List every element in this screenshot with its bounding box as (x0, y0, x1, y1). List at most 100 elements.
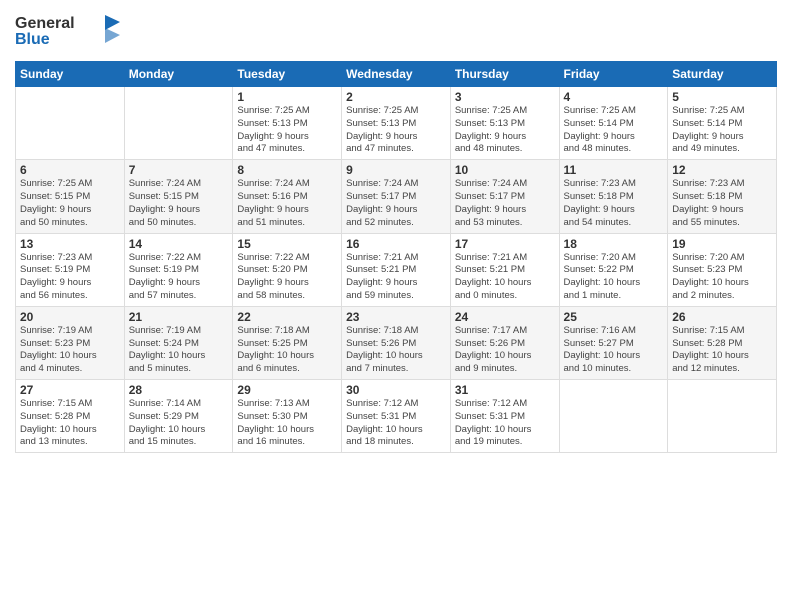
calendar-cell (559, 380, 668, 453)
day-info: Sunrise: 7:23 AMSunset: 5:18 PMDaylight:… (564, 178, 664, 229)
calendar-cell: 16Sunrise: 7:21 AMSunset: 5:21 PMDayligh… (342, 233, 451, 306)
calendar-cell (124, 87, 233, 160)
calendar-cell: 8Sunrise: 7:24 AMSunset: 5:16 PMDaylight… (233, 160, 342, 233)
calendar-cell (16, 87, 125, 160)
calendar-week-row: 13Sunrise: 7:23 AMSunset: 5:19 PMDayligh… (16, 233, 777, 306)
day-number: 9 (346, 163, 446, 177)
calendar-week-row: 1Sunrise: 7:25 AMSunset: 5:13 PMDaylight… (16, 87, 777, 160)
day-number: 28 (129, 383, 229, 397)
calendar-page: General Blue SundayMondayTuesdayWednesda… (0, 0, 792, 612)
calendar-cell: 1Sunrise: 7:25 AMSunset: 5:13 PMDaylight… (233, 87, 342, 160)
weekday-header: Sunday (16, 62, 125, 87)
day-number: 12 (672, 163, 772, 177)
day-number: 18 (564, 237, 664, 251)
calendar-cell: 10Sunrise: 7:24 AMSunset: 5:17 PMDayligh… (450, 160, 559, 233)
calendar-cell: 2Sunrise: 7:25 AMSunset: 5:13 PMDaylight… (342, 87, 451, 160)
header: General Blue (15, 10, 777, 55)
svg-text:Blue: Blue (15, 31, 50, 48)
day-info: Sunrise: 7:19 AMSunset: 5:23 PMDaylight:… (20, 325, 120, 376)
day-info: Sunrise: 7:15 AMSunset: 5:28 PMDaylight:… (20, 398, 120, 449)
day-number: 25 (564, 310, 664, 324)
calendar-cell: 25Sunrise: 7:16 AMSunset: 5:27 PMDayligh… (559, 306, 668, 379)
day-number: 5 (672, 90, 772, 104)
calendar-cell: 7Sunrise: 7:24 AMSunset: 5:15 PMDaylight… (124, 160, 233, 233)
day-info: Sunrise: 7:25 AMSunset: 5:13 PMDaylight:… (237, 105, 337, 156)
day-info: Sunrise: 7:21 AMSunset: 5:21 PMDaylight:… (346, 252, 446, 303)
day-number: 3 (455, 90, 555, 104)
calendar-week-row: 27Sunrise: 7:15 AMSunset: 5:28 PMDayligh… (16, 380, 777, 453)
day-number: 15 (237, 237, 337, 251)
day-number: 6 (20, 163, 120, 177)
calendar-cell: 4Sunrise: 7:25 AMSunset: 5:14 PMDaylight… (559, 87, 668, 160)
day-info: Sunrise: 7:25 AMSunset: 5:14 PMDaylight:… (672, 105, 772, 156)
calendar-cell: 19Sunrise: 7:20 AMSunset: 5:23 PMDayligh… (668, 233, 777, 306)
day-number: 8 (237, 163, 337, 177)
calendar-cell: 15Sunrise: 7:22 AMSunset: 5:20 PMDayligh… (233, 233, 342, 306)
day-number: 2 (346, 90, 446, 104)
calendar-cell: 27Sunrise: 7:15 AMSunset: 5:28 PMDayligh… (16, 380, 125, 453)
svg-text:General: General (15, 15, 75, 32)
calendar-week-row: 6Sunrise: 7:25 AMSunset: 5:15 PMDaylight… (16, 160, 777, 233)
weekday-header: Monday (124, 62, 233, 87)
day-number: 26 (672, 310, 772, 324)
day-number: 31 (455, 383, 555, 397)
day-number: 19 (672, 237, 772, 251)
calendar-cell (668, 380, 777, 453)
day-info: Sunrise: 7:15 AMSunset: 5:28 PMDaylight:… (672, 325, 772, 376)
logo: General Blue (15, 10, 125, 55)
day-number: 21 (129, 310, 229, 324)
calendar-cell: 29Sunrise: 7:13 AMSunset: 5:30 PMDayligh… (233, 380, 342, 453)
day-number: 14 (129, 237, 229, 251)
calendar-cell: 23Sunrise: 7:18 AMSunset: 5:26 PMDayligh… (342, 306, 451, 379)
day-info: Sunrise: 7:12 AMSunset: 5:31 PMDaylight:… (455, 398, 555, 449)
day-info: Sunrise: 7:22 AMSunset: 5:20 PMDaylight:… (237, 252, 337, 303)
day-info: Sunrise: 7:24 AMSunset: 5:17 PMDaylight:… (346, 178, 446, 229)
day-number: 30 (346, 383, 446, 397)
day-info: Sunrise: 7:25 AMSunset: 5:13 PMDaylight:… (346, 105, 446, 156)
calendar-cell: 18Sunrise: 7:20 AMSunset: 5:22 PMDayligh… (559, 233, 668, 306)
calendar-cell: 20Sunrise: 7:19 AMSunset: 5:23 PMDayligh… (16, 306, 125, 379)
day-number: 7 (129, 163, 229, 177)
day-info: Sunrise: 7:13 AMSunset: 5:30 PMDaylight:… (237, 398, 337, 449)
calendar-cell: 6Sunrise: 7:25 AMSunset: 5:15 PMDaylight… (16, 160, 125, 233)
logo-text: General Blue (15, 10, 125, 55)
day-info: Sunrise: 7:18 AMSunset: 5:25 PMDaylight:… (237, 325, 337, 376)
weekday-header: Thursday (450, 62, 559, 87)
calendar-cell: 12Sunrise: 7:23 AMSunset: 5:18 PMDayligh… (668, 160, 777, 233)
weekday-header: Friday (559, 62, 668, 87)
day-info: Sunrise: 7:16 AMSunset: 5:27 PMDaylight:… (564, 325, 664, 376)
day-info: Sunrise: 7:12 AMSunset: 5:31 PMDaylight:… (346, 398, 446, 449)
day-number: 29 (237, 383, 337, 397)
weekday-header: Wednesday (342, 62, 451, 87)
day-info: Sunrise: 7:25 AMSunset: 5:14 PMDaylight:… (564, 105, 664, 156)
day-number: 4 (564, 90, 664, 104)
calendar-cell: 31Sunrise: 7:12 AMSunset: 5:31 PMDayligh… (450, 380, 559, 453)
day-info: Sunrise: 7:20 AMSunset: 5:22 PMDaylight:… (564, 252, 664, 303)
calendar-week-row: 20Sunrise: 7:19 AMSunset: 5:23 PMDayligh… (16, 306, 777, 379)
weekday-header: Tuesday (233, 62, 342, 87)
calendar-table: SundayMondayTuesdayWednesdayThursdayFrid… (15, 61, 777, 453)
day-info: Sunrise: 7:24 AMSunset: 5:15 PMDaylight:… (129, 178, 229, 229)
day-info: Sunrise: 7:23 AMSunset: 5:19 PMDaylight:… (20, 252, 120, 303)
day-info: Sunrise: 7:22 AMSunset: 5:19 PMDaylight:… (129, 252, 229, 303)
day-info: Sunrise: 7:23 AMSunset: 5:18 PMDaylight:… (672, 178, 772, 229)
calendar-cell: 9Sunrise: 7:24 AMSunset: 5:17 PMDaylight… (342, 160, 451, 233)
day-info: Sunrise: 7:24 AMSunset: 5:16 PMDaylight:… (237, 178, 337, 229)
day-number: 13 (20, 237, 120, 251)
day-number: 1 (237, 90, 337, 104)
day-info: Sunrise: 7:25 AMSunset: 5:13 PMDaylight:… (455, 105, 555, 156)
day-info: Sunrise: 7:21 AMSunset: 5:21 PMDaylight:… (455, 252, 555, 303)
calendar-cell: 28Sunrise: 7:14 AMSunset: 5:29 PMDayligh… (124, 380, 233, 453)
calendar-cell: 13Sunrise: 7:23 AMSunset: 5:19 PMDayligh… (16, 233, 125, 306)
day-number: 11 (564, 163, 664, 177)
day-number: 10 (455, 163, 555, 177)
day-number: 24 (455, 310, 555, 324)
calendar-cell: 5Sunrise: 7:25 AMSunset: 5:14 PMDaylight… (668, 87, 777, 160)
calendar-cell: 17Sunrise: 7:21 AMSunset: 5:21 PMDayligh… (450, 233, 559, 306)
day-number: 23 (346, 310, 446, 324)
day-number: 16 (346, 237, 446, 251)
calendar-cell: 21Sunrise: 7:19 AMSunset: 5:24 PMDayligh… (124, 306, 233, 379)
calendar-cell: 22Sunrise: 7:18 AMSunset: 5:25 PMDayligh… (233, 306, 342, 379)
day-info: Sunrise: 7:19 AMSunset: 5:24 PMDaylight:… (129, 325, 229, 376)
calendar-cell: 11Sunrise: 7:23 AMSunset: 5:18 PMDayligh… (559, 160, 668, 233)
